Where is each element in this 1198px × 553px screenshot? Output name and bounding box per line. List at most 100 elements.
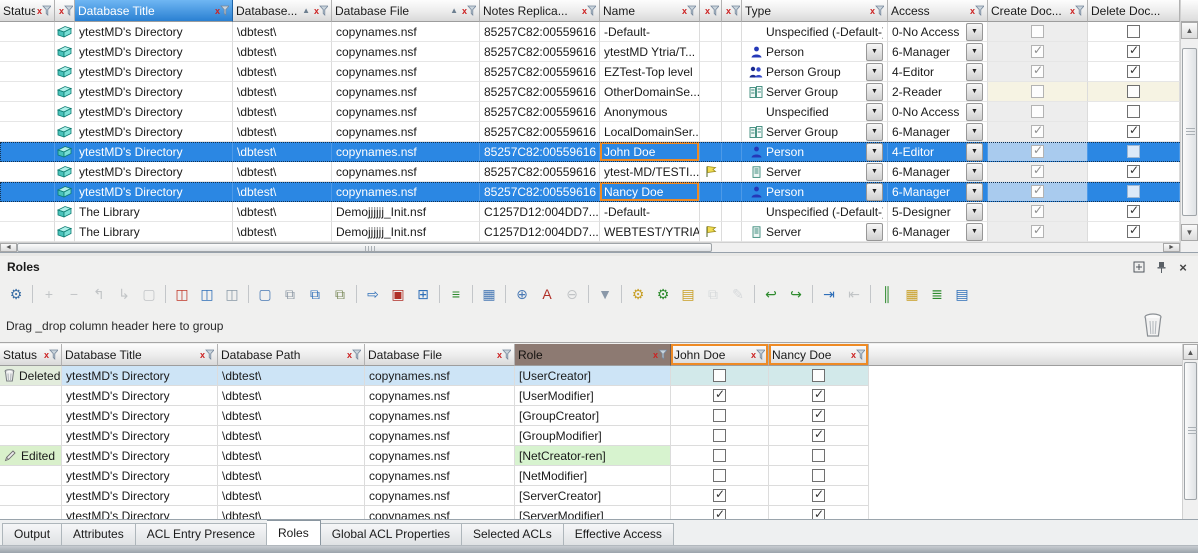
roles-column-header-role[interactable]: Rolex: [515, 344, 671, 366]
scroll-down-button[interactable]: ▼: [1181, 224, 1198, 241]
column-header-database-file[interactable]: Database File▲x: [332, 0, 480, 22]
column-header-admin-flag[interactable]: x: [700, 0, 722, 22]
create-doc-checkbox[interactable]: [1031, 85, 1044, 98]
column-header-create-doc[interactable]: Create Doc...x: [988, 0, 1088, 22]
access-dropdown[interactable]: ▼: [966, 23, 983, 41]
column-header-name[interactable]: Namex: [600, 0, 700, 22]
delete-doc-checkbox[interactable]: [1127, 65, 1140, 78]
acl-entry-row[interactable]: ytestMD's Directory\dbtest\copynames.nsf…: [0, 102, 1198, 122]
access-dropdown[interactable]: ▼: [966, 103, 983, 121]
role-row[interactable]: ytestMD's Directory\dbtest\copynames.nsf…: [0, 406, 1198, 426]
filter-icon[interactable]: x: [751, 349, 765, 360]
tab-selected-acls[interactable]: Selected ACLs: [462, 523, 564, 545]
john-doe-role-checkbox[interactable]: [713, 369, 726, 382]
acl-entry-row[interactable]: ytestMD's Directory\dbtest\copynames.nsf…: [0, 162, 1198, 182]
filter-icon[interactable]: x: [200, 349, 214, 360]
maximize-panel-icon[interactable]: [1131, 260, 1147, 275]
access-dropdown[interactable]: ▼: [966, 43, 983, 61]
column-header-database-path[interactable]: Database...▲x: [233, 0, 332, 22]
pin-panel-icon[interactable]: [1153, 260, 1169, 275]
copy-options-icon[interactable]: ⧉: [328, 283, 352, 305]
apply-config-icon[interactable]: ⚙: [651, 283, 675, 305]
expand-columns-icon[interactable]: ⇥: [817, 283, 841, 305]
trash-drop-icon[interactable]: [1142, 312, 1164, 341]
access-dropdown[interactable]: ▼: [966, 183, 983, 201]
zoom-in-icon[interactable]: ⊕: [510, 283, 534, 305]
roles-column-header-database-path[interactable]: Database Pathx: [218, 344, 365, 366]
zoom-font-icon[interactable]: A: [535, 283, 559, 305]
acl-entry-row[interactable]: ytestMD's Directory\dbtest\copynames.nsf…: [0, 142, 1198, 162]
john-doe-role-checkbox[interactable]: [713, 449, 726, 462]
undo-all-icon[interactable]: ↪: [784, 283, 808, 305]
access-dropdown[interactable]: ▼: [966, 163, 983, 181]
row-height-icon[interactable]: ▤: [950, 283, 974, 305]
type-dropdown[interactable]: ▼: [866, 43, 883, 61]
roles-scroll-up-button[interactable]: ▲: [1183, 344, 1198, 360]
delete-doc-checkbox[interactable]: [1127, 225, 1140, 238]
role-row[interactable]: EditedytestMD's Directory\dbtest\copynam…: [0, 446, 1198, 466]
access-dropdown[interactable]: ▼: [966, 63, 983, 81]
select-region-icon[interactable]: ▢: [253, 283, 277, 305]
delete-doc-checkbox[interactable]: [1127, 25, 1140, 38]
delete-doc-checkbox[interactable]: [1127, 85, 1140, 98]
filter-icon[interactable]: x: [582, 5, 596, 16]
horizontal-scrollbar[interactable]: ◄ ►: [0, 242, 1180, 252]
john-doe-role-checkbox[interactable]: [713, 389, 726, 402]
filter-icon[interactable]: x: [970, 5, 984, 16]
create-doc-checkbox[interactable]: [1031, 65, 1044, 78]
john-doe-role-checkbox[interactable]: [713, 489, 726, 502]
role-row[interactable]: ytestMD's Directory\dbtest\copynames.nsf…: [0, 486, 1198, 506]
vertical-scrollbar[interactable]: ▲ ▼: [1180, 0, 1198, 252]
filter-icon[interactable]: x: [462, 5, 476, 16]
roles-column-header-nancy-doe[interactable]: Nancy Doex: [769, 344, 869, 366]
acl-entry-row[interactable]: ytestMD's Directory\dbtest\copynames.nsf…: [0, 182, 1198, 202]
filter-icon[interactable]: x: [870, 5, 884, 16]
create-doc-checkbox[interactable]: [1031, 25, 1044, 38]
type-dropdown[interactable]: ▼: [866, 83, 883, 101]
filter-icon[interactable]: x: [215, 5, 229, 16]
role-row[interactable]: DeletedytestMD's Directory\dbtest\copyna…: [0, 366, 1198, 386]
tab-effective-access[interactable]: Effective Access: [564, 523, 674, 545]
john-doe-role-checkbox[interactable]: [713, 409, 726, 422]
manage-columns-icon[interactable]: ◫: [220, 283, 244, 305]
delete-doc-checkbox[interactable]: [1127, 45, 1140, 58]
delete-doc-checkbox[interactable]: [1127, 165, 1140, 178]
export-toolbox-icon[interactable]: ▣: [386, 283, 410, 305]
john-doe-role-checkbox[interactable]: [713, 509, 726, 519]
create-doc-checkbox[interactable]: [1031, 45, 1044, 58]
delete-doc-checkbox[interactable]: [1127, 145, 1140, 158]
filter-icon[interactable]: x: [314, 5, 328, 16]
categorize-rows-icon[interactable]: ≡: [444, 283, 468, 305]
nancy-doe-role-checkbox[interactable]: [812, 489, 825, 502]
create-doc-checkbox[interactable]: [1031, 205, 1044, 218]
access-dropdown[interactable]: ▼: [966, 203, 983, 221]
type-dropdown[interactable]: ▼: [866, 103, 883, 121]
acl-entry-row[interactable]: ytestMD's Directory\dbtest\copynames.nsf…: [0, 42, 1198, 62]
nancy-doe-role-checkbox[interactable]: [812, 429, 825, 442]
nancy-doe-role-checkbox[interactable]: [812, 369, 825, 382]
column-header-flag2[interactable]: x: [722, 0, 742, 22]
delete-doc-checkbox[interactable]: [1127, 125, 1140, 138]
role-row[interactable]: ytestMD's Directory\dbtest\copynames.nsf…: [0, 426, 1198, 446]
nancy-doe-role-checkbox[interactable]: [812, 449, 825, 462]
filter-icon[interactable]: x: [682, 5, 696, 16]
tab-global-acl-properties[interactable]: Global ACL Properties: [321, 523, 462, 545]
acl-entry-row[interactable]: The Library\dbtest\Demojjjjjj_Init.nsfC1…: [0, 222, 1198, 242]
type-dropdown[interactable]: ▼: [866, 223, 883, 241]
filter-icon[interactable]: x: [726, 5, 740, 16]
roles-column-header-database-title[interactable]: Database Titlex: [62, 344, 218, 366]
tab-roles[interactable]: Roles: [267, 520, 321, 545]
acl-entry-row[interactable]: ytestMD's Directory\dbtest\copynames.nsf…: [0, 22, 1198, 42]
acl-entry-row[interactable]: ytestMD's Directory\dbtest\copynames.nsf…: [0, 122, 1198, 142]
john-doe-role-checkbox[interactable]: [713, 469, 726, 482]
horizontal-scroll-thumb[interactable]: [17, 243, 712, 252]
filter-icon[interactable]: x: [37, 5, 51, 16]
type-dropdown[interactable]: ▼: [866, 63, 883, 81]
nancy-doe-role-checkbox[interactable]: [812, 509, 825, 519]
filter-icon[interactable]: x: [59, 5, 73, 16]
role-row[interactable]: ytestMD's Directory\dbtest\copynames.nsf…: [0, 506, 1198, 519]
roles-column-header-status[interactable]: Statusx: [0, 344, 62, 366]
undo-row-icon[interactable]: ↩: [759, 283, 783, 305]
roles-column-header-database-file[interactable]: Database Filex: [365, 344, 515, 366]
create-doc-checkbox[interactable]: [1031, 125, 1044, 138]
